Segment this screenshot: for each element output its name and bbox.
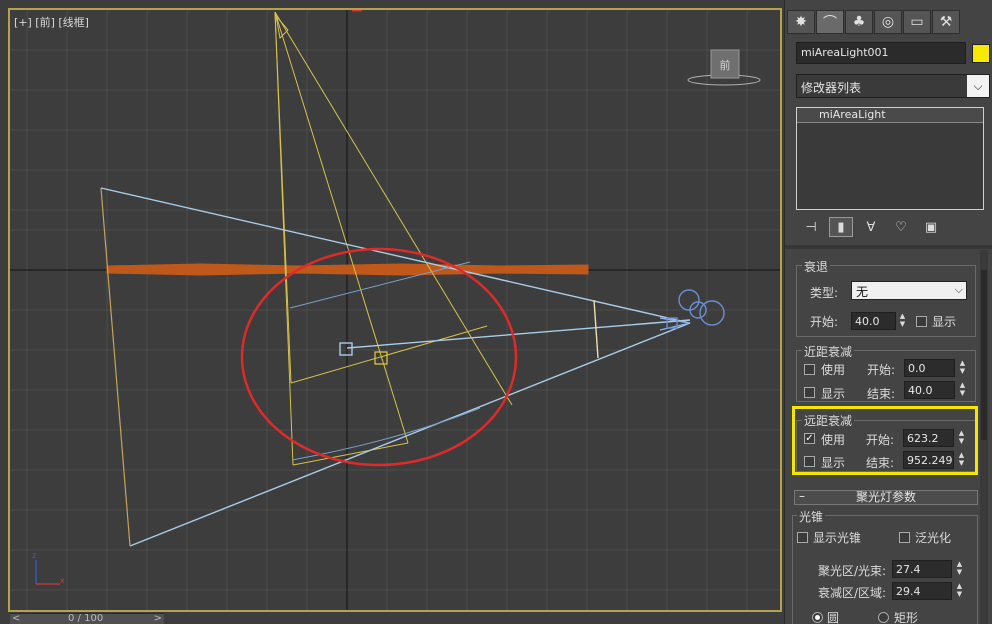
hotspot-label: 聚光区/光束: bbox=[818, 564, 887, 578]
hotspot-arrows[interactable]: ▲ ▼ bbox=[954, 560, 965, 578]
far-atten-highlight-box bbox=[792, 406, 978, 475]
decay-start-label: 开始: bbox=[810, 315, 839, 329]
time-next-arrow[interactable]: > bbox=[154, 613, 162, 624]
near-atten-title: 近距衰减 bbox=[802, 343, 855, 360]
create-tab-icon[interactable]: ✸ bbox=[787, 10, 815, 34]
remove-modifier-icon[interactable]: ♡ bbox=[889, 217, 913, 237]
falloff-label: 衰减区/区域: bbox=[818, 586, 887, 600]
show-cone-label: 显示光锥 bbox=[813, 531, 862, 545]
time-frame-readout: 0 / 100 bbox=[68, 613, 104, 624]
object-name-field[interactable]: miAreaLight001 bbox=[796, 42, 966, 64]
front-viewport[interactable]: 前 z x [+] [前] [线框] < 0 / 100 > bbox=[0, 0, 784, 624]
decay-start-arrows[interactable]: ▲ ▼ bbox=[897, 312, 908, 330]
circle-label: 圆 bbox=[827, 611, 840, 624]
make-unique-icon[interactable]: ∀ bbox=[859, 217, 883, 237]
stack-toolbar: ⊣ ▮ ∀ ♡ ▣ bbox=[799, 216, 943, 238]
time-slider[interactable]: < 0 / 100 > bbox=[10, 613, 164, 624]
command-panel-tabs: ✸ ⌒ ♣ ◎ ▭ ⚒ bbox=[787, 10, 961, 34]
spotlight-params-rollout-header[interactable]: – 聚光灯参数 bbox=[794, 490, 978, 505]
utilities-tab-icon[interactable]: ⚒ bbox=[932, 10, 960, 34]
circle-radio[interactable] bbox=[812, 612, 823, 623]
viewport-label[interactable]: [+] [前] [线框] bbox=[14, 14, 89, 30]
near-end-spinner[interactable]: 40.0 bbox=[904, 381, 955, 399]
show-cone-checkbox[interactable] bbox=[797, 532, 808, 543]
near-end-arrows[interactable]: ▲ ▼ bbox=[957, 381, 968, 399]
falloff-arrows[interactable]: ▲ ▼ bbox=[954, 582, 965, 600]
time-prev-arrow[interactable]: < bbox=[12, 613, 20, 624]
stack-item-miarealight[interactable]: miAreaLight bbox=[797, 108, 983, 123]
display-tab-icon[interactable]: ▭ bbox=[903, 10, 931, 34]
active-viewport-frame bbox=[8, 8, 782, 612]
hotspot-spinner[interactable]: 27.4 bbox=[892, 560, 952, 578]
spotlight-params-title: 聚光灯参数 bbox=[855, 490, 916, 504]
rectangle-radio[interactable] bbox=[878, 612, 889, 623]
decay-show-checkbox[interactable] bbox=[916, 316, 927, 327]
near-use-checkbox[interactable] bbox=[804, 364, 815, 375]
overshoot-label: 泛光化 bbox=[915, 531, 952, 545]
near-show-label: 显示 bbox=[821, 387, 846, 401]
panel-scroll-thumb[interactable] bbox=[981, 270, 987, 440]
modifier-list-dropdown[interactable]: 修改器列表 ⌵ bbox=[796, 74, 990, 98]
chevron-down-icon[interactable]: ⌵ bbox=[967, 75, 989, 97]
near-start-arrows[interactable]: ▲ ▼ bbox=[957, 359, 968, 377]
configure-sets-icon[interactable]: ▣ bbox=[919, 217, 943, 237]
overshoot-checkbox[interactable] bbox=[899, 532, 910, 543]
decay-show-label: 显示 bbox=[932, 315, 957, 329]
modifier-list-label: 修改器列表 bbox=[801, 81, 862, 95]
decay-title: 衰退 bbox=[802, 258, 831, 275]
near-end-label: 结束: bbox=[867, 387, 896, 401]
decay-type-value: 无 bbox=[856, 285, 869, 299]
chevron-down-icon: ⌵ bbox=[954, 283, 963, 296]
rectangle-label: 矩形 bbox=[894, 611, 919, 624]
modify-tab-icon[interactable]: ⌒ bbox=[816, 10, 844, 34]
cone-title: 光锥 bbox=[797, 508, 826, 525]
panel-divider bbox=[785, 245, 992, 249]
near-show-checkbox[interactable] bbox=[804, 387, 815, 398]
collapse-toggle[interactable]: – bbox=[799, 490, 805, 503]
show-end-result-icon[interactable]: ▮ bbox=[829, 217, 853, 237]
hierarchy-tab-icon[interactable]: ♣ bbox=[845, 10, 873, 34]
pin-stack-icon[interactable]: ⊣ bbox=[799, 217, 823, 237]
falloff-spinner[interactable]: 29.4 bbox=[892, 582, 952, 600]
object-color-swatch[interactable] bbox=[972, 44, 990, 63]
near-start-label: 开始: bbox=[867, 363, 896, 377]
decay-type-dropdown[interactable]: 无 ⌵ bbox=[851, 281, 967, 300]
decay-type-label: 类型: bbox=[810, 286, 839, 300]
near-use-label: 使用 bbox=[821, 363, 846, 377]
modifier-stack[interactable]: miAreaLight bbox=[796, 107, 984, 210]
motion-tab-icon[interactable]: ◎ bbox=[874, 10, 902, 34]
near-start-spinner[interactable]: 0.0 bbox=[904, 359, 955, 377]
decay-start-spinner[interactable]: 40.0 bbox=[851, 312, 896, 330]
